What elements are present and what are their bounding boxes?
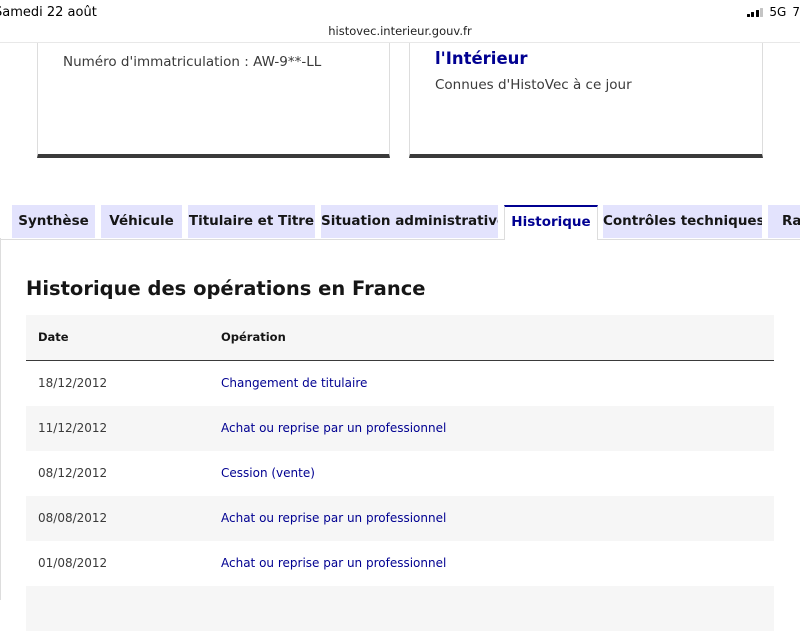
header-operation: Opération xyxy=(221,330,286,344)
tab-situation-administrative[interactable]: Situation administrative xyxy=(321,205,498,238)
registration-number: Numéro d'immatriculation : AW-9**-LL xyxy=(63,54,322,70)
status-date: Samedi 22 août xyxy=(0,5,97,20)
table-header: Date Opération xyxy=(26,315,774,361)
table-row: 08/12/2012 Cession (vente) xyxy=(26,451,774,496)
tab-titulaire-et-titre[interactable]: Titulaire et Titre xyxy=(188,205,315,238)
vehicle-id-card: Numéro d'immatriculation : AW-9**-LL xyxy=(37,43,390,158)
row-date: 08/08/2012 xyxy=(38,511,108,525)
tab-controles-techniques[interactable]: Contrôles techniques xyxy=(603,205,762,238)
tab-synthese[interactable]: Synthèse xyxy=(12,205,95,238)
row-date: 01/08/2012 xyxy=(38,556,108,570)
ministry-info-card: l'Intérieur Connues d'HistoVec à ce jour xyxy=(409,43,763,158)
tab-historique[interactable]: Historique xyxy=(504,205,598,240)
table-row: 01/08/2012 Achat ou reprise par un profe… xyxy=(26,541,774,586)
table-row xyxy=(26,586,774,631)
table-row: 11/12/2012 Achat ou reprise par un profe… xyxy=(26,406,774,451)
row-date: 11/12/2012 xyxy=(38,421,108,435)
row-operation: Achat ou reprise par un professionnel xyxy=(221,511,447,525)
row-operation: Changement de titulaire xyxy=(221,376,368,390)
table-row: 18/12/2012 Changement de titulaire xyxy=(26,361,774,406)
header-date: Date xyxy=(38,330,69,344)
status-bar: Samedi 22 août 5G 7 xyxy=(0,0,800,24)
row-operation: Cession (vente) xyxy=(221,466,315,480)
history-table: Date Opération 18/12/2012 Changement de … xyxy=(26,315,774,631)
ministry-title: l'Intérieur xyxy=(435,49,528,68)
address-bar-url[interactable]: histovec.interieur.gouv.fr xyxy=(0,24,800,38)
cellular-signal-icon xyxy=(746,7,764,17)
section-title: Historique des opérations en France xyxy=(26,277,426,300)
row-operation: Achat ou reprise par un professionnel xyxy=(221,421,447,435)
network-type: 5G xyxy=(769,5,787,19)
row-date: 08/12/2012 xyxy=(38,466,108,480)
tab-bar: Synthèse Véhicule Titulaire et Titre Sit… xyxy=(0,205,800,240)
battery-level: 7 xyxy=(792,5,800,19)
row-operation: Achat ou reprise par un professionnel xyxy=(221,556,447,570)
histovec-known-text: Connues d'HistoVec à ce jour xyxy=(435,77,632,93)
row-date: 18/12/2012 xyxy=(38,376,108,390)
tab-vehicule[interactable]: Véhicule xyxy=(101,205,182,238)
status-indicators: 5G 7 xyxy=(746,5,800,19)
tab-rapport-partial[interactable]: Rap xyxy=(768,205,800,238)
table-row: 08/08/2012 Achat ou reprise par un profe… xyxy=(26,496,774,541)
